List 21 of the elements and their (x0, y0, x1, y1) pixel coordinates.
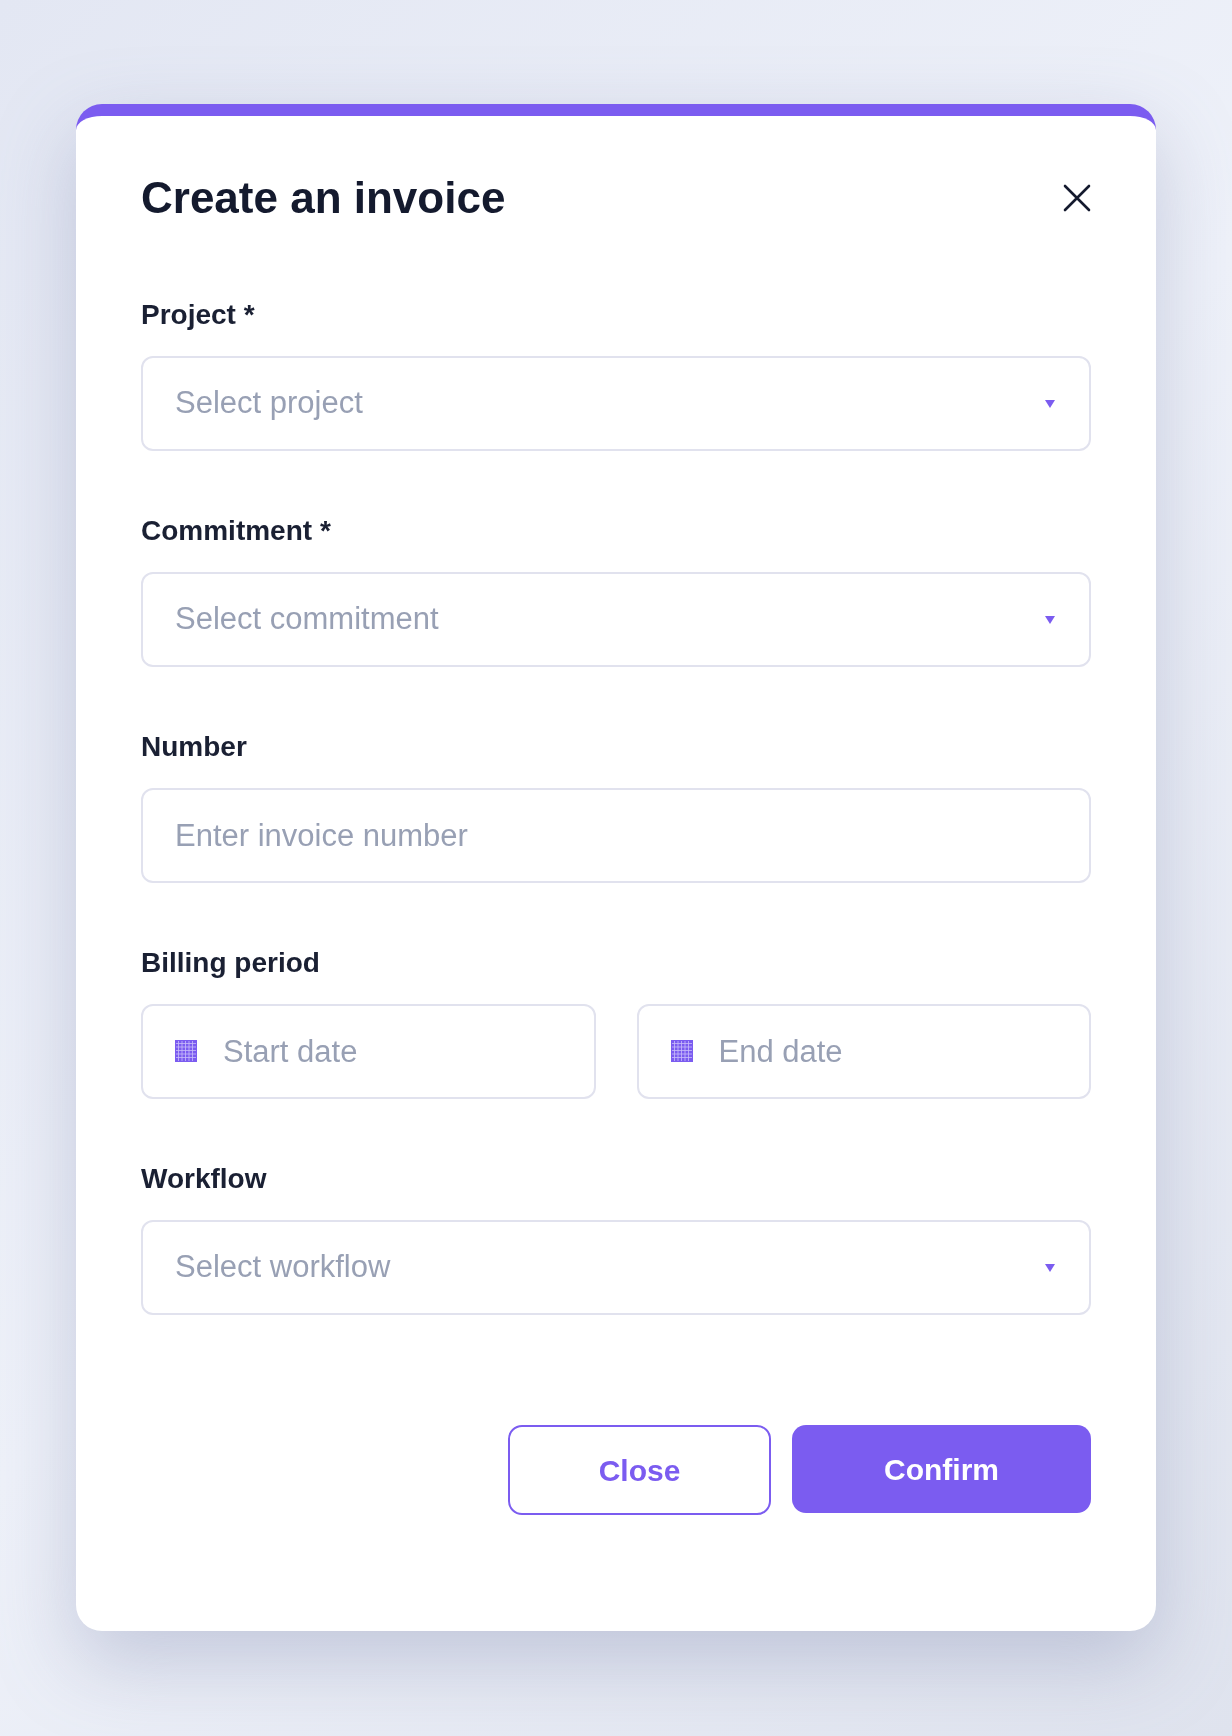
dialog-title: Create an invoice (141, 174, 506, 222)
close-icon (1063, 184, 1091, 212)
confirm-button[interactable]: Confirm (792, 1425, 1091, 1513)
field-label: Commitment * (141, 516, 332, 546)
caret-icon (1045, 1263, 1055, 1272)
date-field[interactable]: Start date (141, 1004, 596, 1099)
close-icon-button[interactable] (1063, 184, 1091, 212)
date-field[interactable]: End date (636, 1004, 1091, 1099)
dropdown-field[interactable]: Select workflow (141, 1220, 1091, 1315)
caret-icon (1045, 615, 1055, 624)
field-label: Billing period (141, 948, 321, 978)
calendar-grid-icon (175, 1040, 197, 1062)
close-button[interactable]: Close (508, 1425, 771, 1515)
dropdown-field[interactable]: Select commitment (141, 572, 1091, 667)
calendar-grid-icon (670, 1040, 693, 1062)
field-label: Workflow (141, 1164, 268, 1194)
field-label: Project * (141, 300, 256, 330)
input-field[interactable]: Enter invoice number (141, 788, 1091, 883)
field-label: Number (141, 732, 248, 762)
dropdown-field[interactable]: Select project (141, 356, 1091, 451)
caret-icon (1045, 399, 1055, 408)
